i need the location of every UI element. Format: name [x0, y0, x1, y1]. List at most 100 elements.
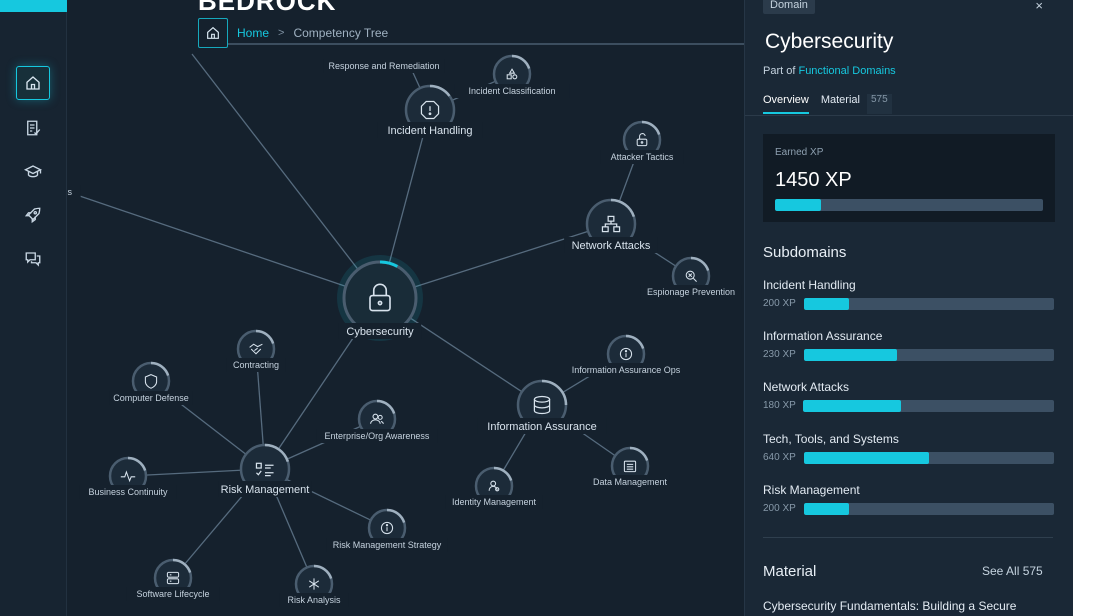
subdomain-progress-fill	[804, 349, 897, 361]
node-label: Risk Management Strategy	[333, 540, 442, 550]
graph-node-risk-analysis[interactable]: Risk Analysis	[279, 564, 349, 607]
node-label: Business Continuity	[88, 487, 168, 497]
graph-node-information-assurance-ops[interactable]: Information Assurance Ops	[563, 334, 689, 377]
node-label: Software Lifecycle	[136, 589, 209, 599]
subdomain-xp: 230 XP	[763, 349, 796, 360]
subdomain-name: Network Attacks	[763, 380, 850, 394]
graduation-cap-icon	[24, 165, 42, 178]
graph-node-data-management[interactable]: Data Management	[590, 446, 670, 489]
node-label: Risk Analysis	[287, 595, 341, 605]
node-label: Cybersecurity	[346, 326, 414, 338]
sidebar-item-documents[interactable]	[16, 111, 50, 145]
graph-node-cybersecurity[interactable]: Cybersecurity	[337, 255, 423, 341]
app-window: BEDROCK Home > Competency Tree Cybersecu…	[0, 0, 1073, 616]
node-label: Espionage Prevention	[647, 287, 735, 297]
earned-xp-value: 1450 XP	[775, 169, 852, 191]
subdomain-row[interactable]: Risk Management 200 XP	[763, 483, 1058, 519]
see-all-link[interactable]: See All 575	[982, 564, 1043, 578]
subdomain-name: Incident Handling	[763, 278, 856, 292]
subdomain-progress	[804, 298, 1054, 310]
subdomain-progress	[803, 400, 1054, 412]
subdomain-progress-fill	[804, 452, 929, 464]
sidebar-accent-bar	[0, 0, 67, 12]
node-label: Response and Remediation	[328, 61, 439, 71]
chat-icon	[25, 252, 41, 267]
panel-title: Cybersecurity	[765, 30, 894, 53]
graph-node-risk-management-strategy[interactable]: Risk Management Strategy	[326, 508, 448, 552]
node-label: Incident Handling	[387, 125, 472, 137]
node-label: Network Attacks	[572, 240, 651, 252]
subdomain-name: Tech, Tools, and Systems	[763, 432, 899, 446]
material-item[interactable]: Cybersecurity Fundamentals: Building a S…	[763, 599, 1016, 613]
node-label: Computer Defense	[113, 393, 189, 403]
sidebar-item-learning[interactable]	[16, 155, 50, 189]
subdomain-row[interactable]: Information Assurance 230 XP	[763, 329, 1058, 365]
subdomain-name: Information Assurance	[763, 329, 883, 343]
subdomain-row[interactable]: Incident Handling 200 XP	[763, 278, 1058, 314]
node-label: Identity Management	[452, 497, 537, 507]
node-label: Risk Management	[221, 484, 310, 496]
graph-edge	[67, 191, 381, 299]
material-heading: Material	[763, 563, 817, 580]
home-icon	[26, 76, 40, 90]
graph-node-enterprise-awareness[interactable]: Enterprise/Org Awareness	[316, 399, 438, 443]
subdomain-row[interactable]: Tech, Tools, and Systems 640 XP	[763, 432, 1058, 468]
subdomain-row[interactable]: Network Attacks 180 XP	[763, 380, 1058, 416]
node-label: ns	[67, 187, 72, 197]
graph-node-network-attacks[interactable]: Network Attacks	[564, 198, 658, 253]
graph-node-identity-management[interactable]: Identity Management	[445, 466, 543, 509]
subdomain-progress	[804, 503, 1054, 515]
node-label: Information Assurance Ops	[572, 365, 681, 375]
sidebar	[0, 0, 67, 616]
earned-xp-progress-fill	[775, 199, 821, 211]
graph-node-business-continuity[interactable]: Business Continuity	[79, 456, 177, 499]
graph-node-contracting[interactable]: Contracting	[226, 329, 286, 372]
material-divider	[763, 537, 1053, 538]
panel-tabs: Overview Material 575	[763, 94, 892, 114]
tab-material[interactable]: Material	[821, 94, 860, 114]
graph-node-software-lifecycle[interactable]: Software Lifecycle	[126, 558, 220, 601]
subdomain-progress-fill	[803, 400, 901, 412]
earned-xp-card: Earned XP 1450 XP	[763, 134, 1055, 222]
node-label: Incident Classification	[468, 86, 555, 96]
subdomain-progress-fill	[804, 298, 849, 310]
node-label: Enterprise/Org Awareness	[325, 431, 430, 441]
subdomain-name: Risk Management	[763, 483, 860, 497]
node-label: Contracting	[233, 360, 279, 370]
earned-xp-label: Earned XP	[775, 147, 824, 158]
subdomain-xp: 200 XP	[763, 503, 796, 514]
document-icon	[27, 120, 41, 136]
earned-xp-progress	[775, 199, 1043, 211]
sidebar-item-launch[interactable]	[16, 198, 50, 232]
graph-node-computer-defense[interactable]: Computer Defense	[109, 361, 193, 405]
subdomain-progress	[804, 452, 1054, 464]
graph-node-incident-classification[interactable]: Incident Classification	[454, 54, 570, 98]
graph-node-response-remediation[interactable]: Response and Remediation	[323, 59, 445, 73]
tab-overview[interactable]: Overview	[763, 94, 809, 114]
competency-graph[interactable]: Cybersecurity Incident Handling Response a…	[67, 0, 745, 616]
tab-material-count: 575	[866, 94, 892, 114]
parent-domain: Part of Functional Domains	[763, 65, 896, 77]
graph-node-information-assurance[interactable]: Information Assurance	[477, 379, 607, 434]
sidebar-item-home[interactable]	[16, 66, 50, 100]
subdomain-xp: 180 XP	[763, 400, 796, 411]
node-label: Information Assurance	[487, 421, 596, 433]
node-label: Data Management	[593, 477, 668, 487]
subdomains-heading: Subdomains	[763, 244, 847, 261]
subdomain-xp: 200 XP	[763, 298, 796, 309]
graph-nodes: Cybersecurity Incident Handling Response a…	[67, 54, 742, 607]
subdomain-xp: 640 XP	[763, 452, 796, 463]
close-button[interactable]: ×	[1035, 0, 1043, 13]
parent-domain-prefix: Part of	[763, 65, 799, 77]
domain-chip: Domain	[763, 0, 815, 14]
graph-node-attacker-tactics[interactable]: Attacker Tactics	[600, 120, 684, 164]
node-label: Attacker Tactics	[611, 152, 674, 162]
graph-node-offscreen-left[interactable]: ns	[67, 185, 81, 199]
sidebar-item-messages[interactable]	[16, 242, 50, 276]
rocket-icon	[24, 207, 41, 224]
graph-node-espionage-prevention[interactable]: Espionage Prevention	[640, 256, 742, 299]
domain-detail-panel: Domain × Cybersecurity Part of Functiona…	[744, 0, 1073, 616]
subdomain-progress	[804, 349, 1054, 361]
parent-domain-link[interactable]: Functional Domains	[798, 65, 895, 77]
graph-edge	[191, 53, 381, 299]
